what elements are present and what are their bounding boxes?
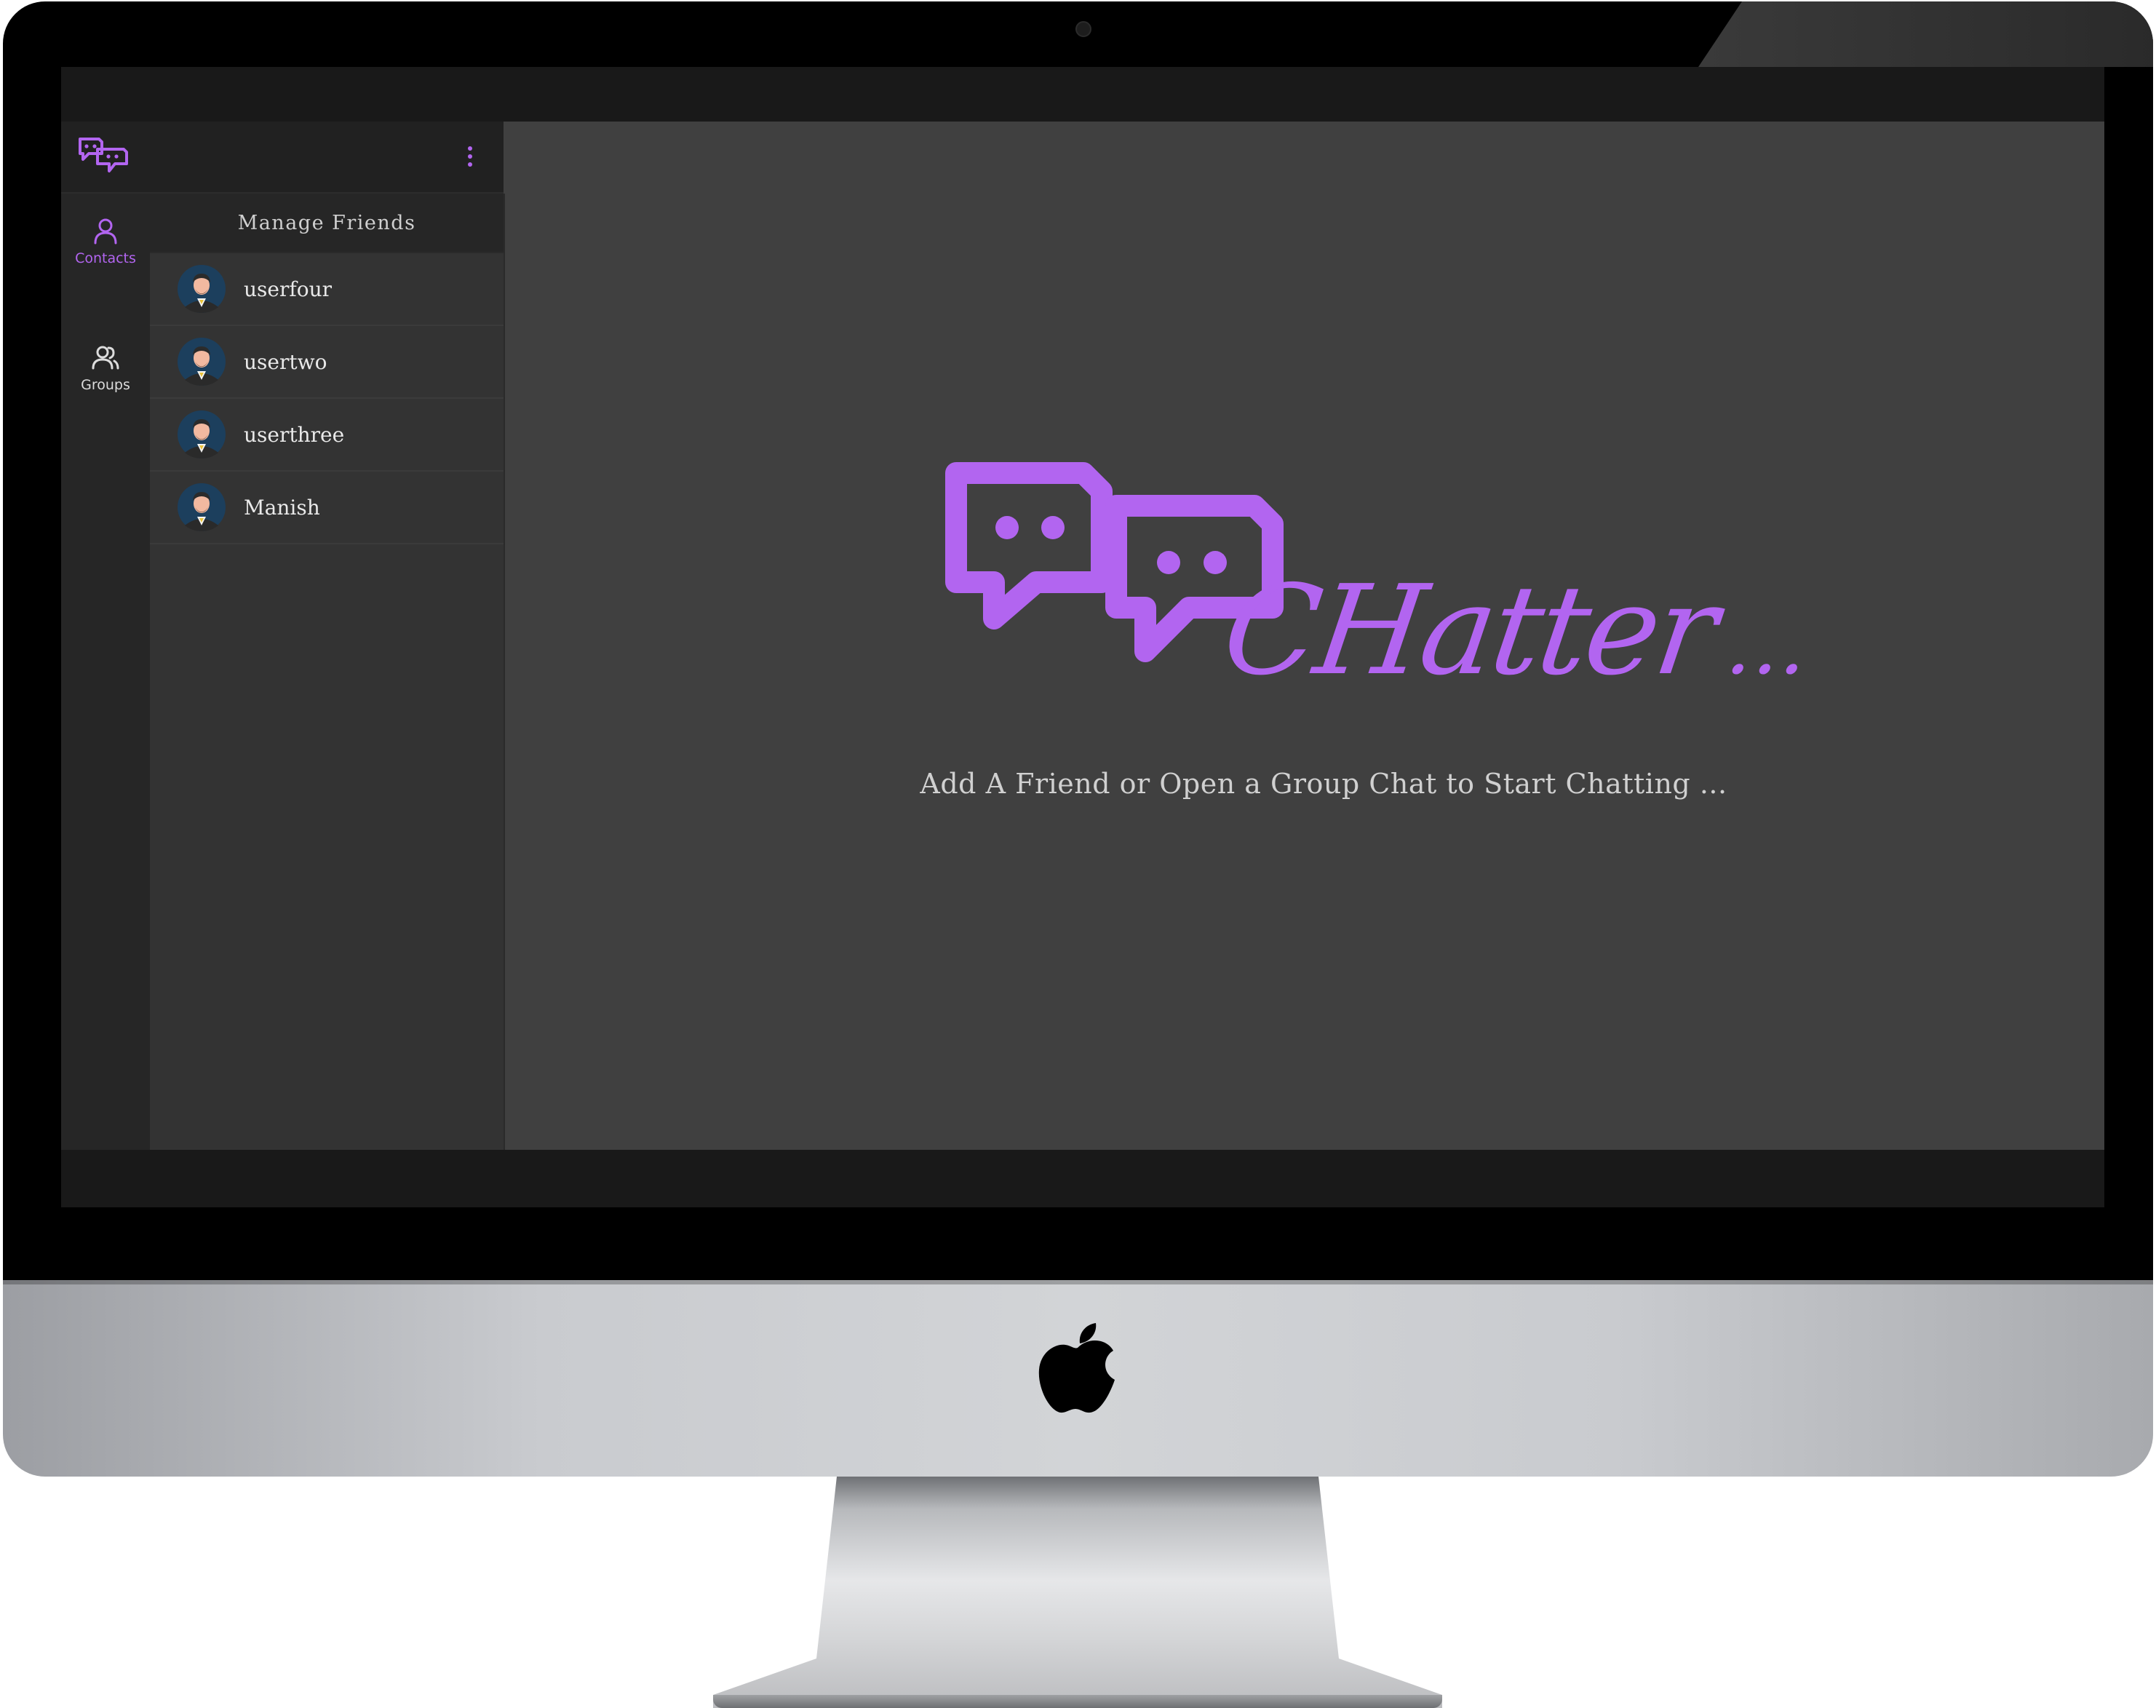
kebab-dot	[468, 146, 472, 151]
screen: Contacts Groups Manage Friends userfour …	[61, 67, 2104, 1207]
friend-name: userthree	[244, 422, 345, 447]
stand-foot	[713, 1695, 1442, 1708]
rail-label-groups: Groups	[81, 377, 130, 393]
users-icon	[92, 346, 119, 370]
brand-wordmark: CHatter...	[1215, 558, 1815, 704]
nav-rail: Contacts Groups	[61, 194, 150, 1150]
friend-name: userfour	[244, 277, 332, 301]
rail-item-groups[interactable]: Groups	[61, 326, 150, 406]
chat-app: Contacts Groups Manage Friends userfour …	[61, 122, 2104, 1150]
avatar-icon	[178, 410, 226, 458]
camera-icon	[1075, 21, 1091, 37]
friend-row[interactable]: userthree	[150, 399, 504, 472]
friend-row[interactable]: usertwo	[150, 326, 504, 399]
chin-shadow	[3, 1280, 2153, 1284]
user-icon	[94, 218, 117, 245]
bezel-glare	[1698, 1, 2153, 67]
monitor-bezel: Contacts Groups Manage Friends userfour …	[3, 1, 2153, 1280]
kebab-menu-icon[interactable]	[458, 142, 482, 171]
apple-logo-icon	[1038, 1323, 1115, 1413]
manage-friends-title[interactable]: Manage Friends	[150, 194, 504, 253]
friend-row[interactable]: userfour	[150, 253, 504, 326]
avatar-icon	[178, 483, 226, 531]
friend-row[interactable]: Manish	[150, 472, 504, 544]
friends-panel: Manage Friends userfour usertwo userthre…	[150, 194, 505, 1150]
friend-name: Manish	[244, 495, 320, 520]
chat-bubbles-icon[interactable]	[77, 136, 130, 175]
imac-mockup: Contacts Groups Manage Friends userfour …	[0, 0, 2156, 1708]
friend-name: usertwo	[244, 349, 327, 374]
avatar-icon	[178, 265, 226, 313]
kebab-dot	[468, 162, 472, 167]
brand-name: CHatter	[1215, 559, 1724, 703]
rail-label-contacts: Contacts	[75, 250, 136, 266]
app-header	[61, 122, 504, 194]
welcome-message: Add A Friend or Open a Group Chat to Sta…	[920, 768, 1727, 800]
avatar-icon	[178, 338, 226, 386]
kebab-dot	[468, 154, 472, 159]
rail-item-contacts[interactable]: Contacts	[61, 199, 150, 279]
monitor-stand	[713, 1477, 1442, 1708]
brand-dots: ...	[1722, 599, 1816, 692]
